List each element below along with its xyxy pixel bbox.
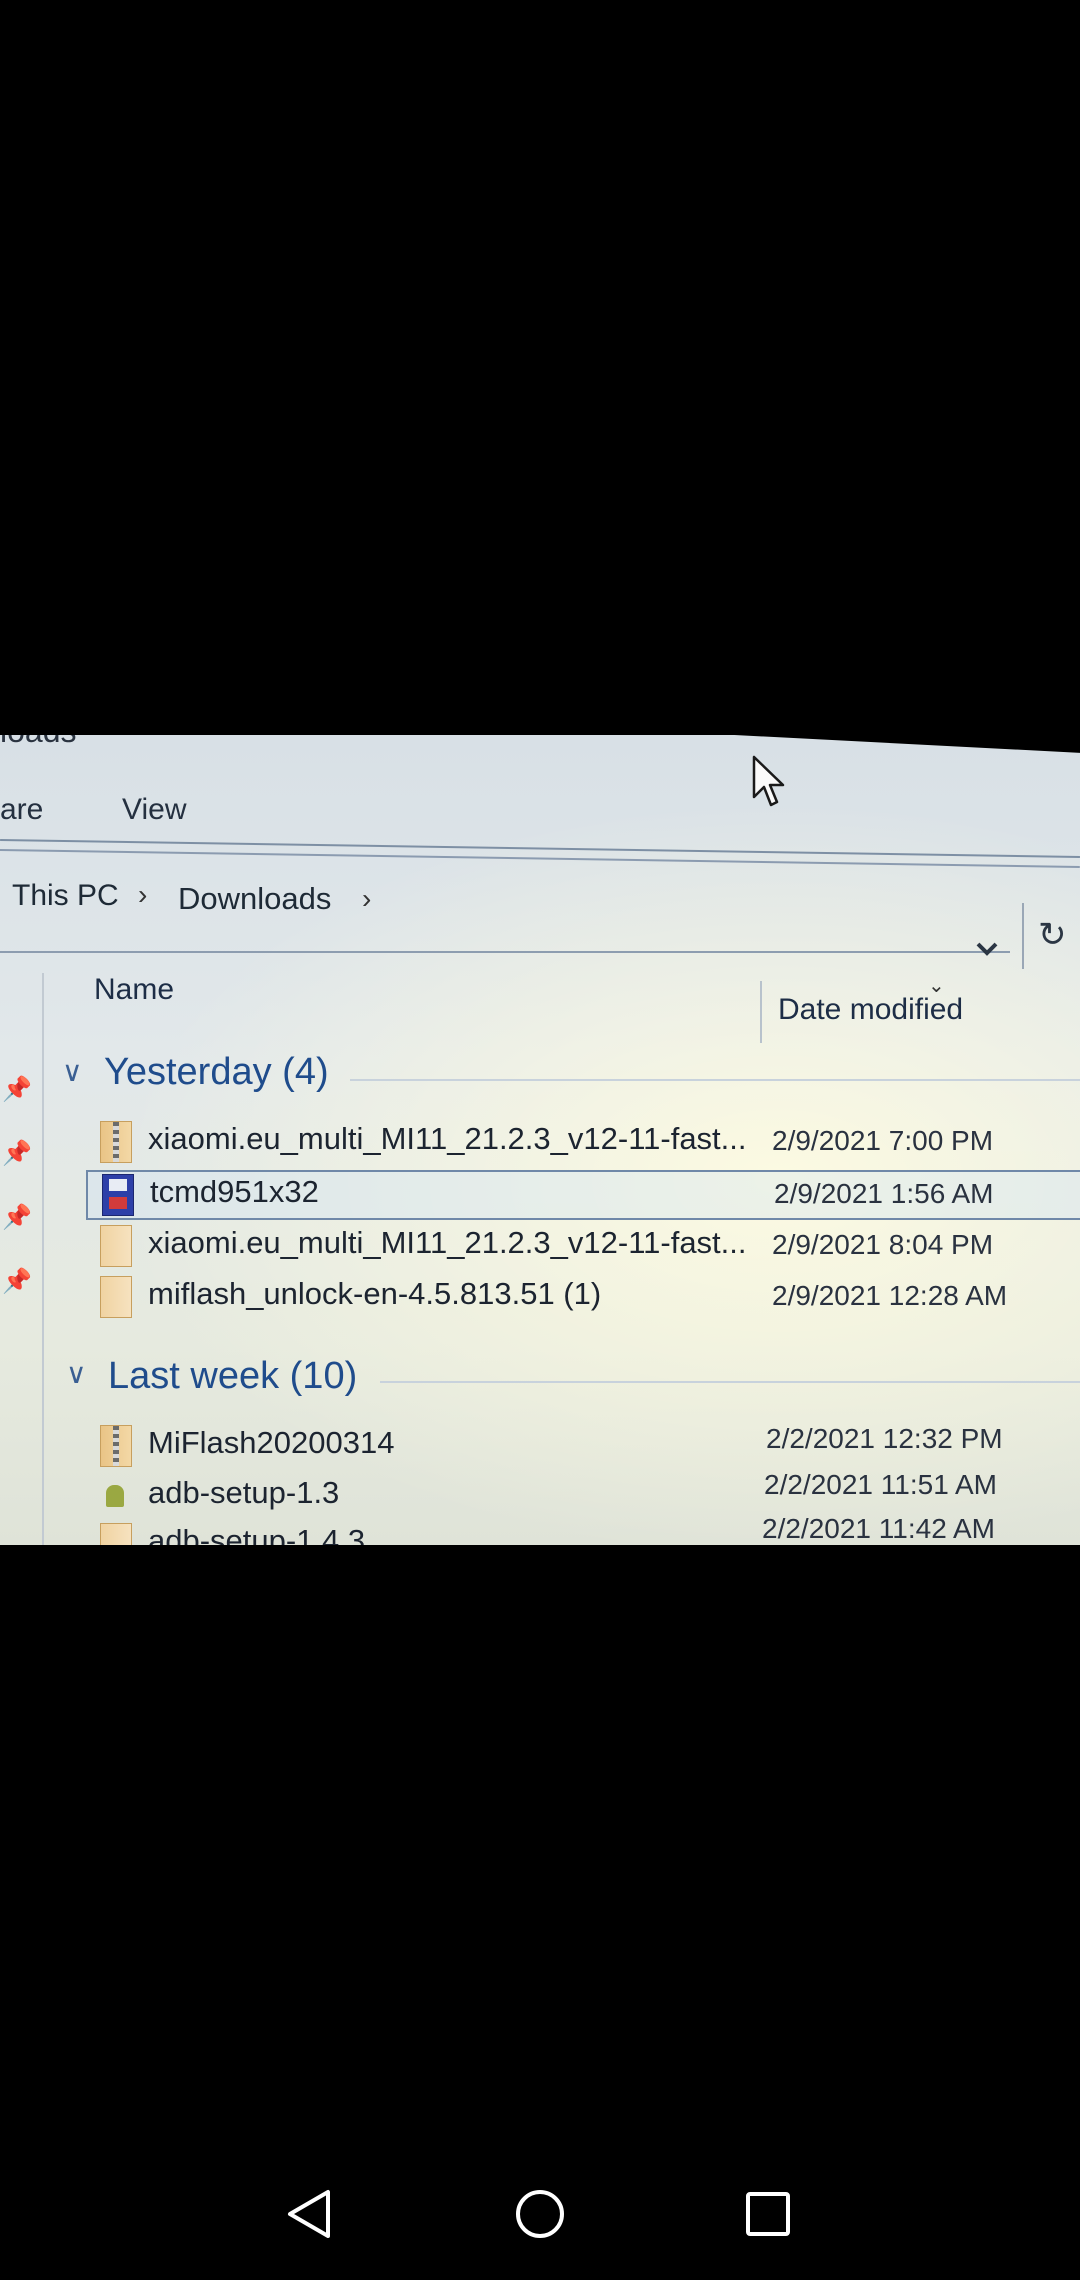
file-date: 2/2/2021 11:42 AM xyxy=(762,1513,995,1544)
recents-icon[interactable] xyxy=(744,2190,792,2238)
file-date: 2/9/2021 8:04 PM xyxy=(772,1229,994,1260)
file-date: 2/2/2021 11:51 AM xyxy=(764,1469,997,1500)
file-row[interactable]: MiFlash20200314 2/2/2021 12:32 PM xyxy=(86,1423,1080,1469)
file-name: xiaomi.eu_multi_MI11_21.2.3_v12-11-fast.… xyxy=(148,1121,747,1156)
chevron-down-icon[interactable] xyxy=(970,929,1004,969)
home-icon[interactable] xyxy=(514,2188,566,2240)
breadcrumb-downloads[interactable]: Downloads xyxy=(178,881,331,917)
group-header-yesterday[interactable]: Yesterday (4) xyxy=(104,1051,329,1094)
group-divider xyxy=(380,1381,1080,1383)
file-row[interactable]: xiaomi.eu_multi_MI11_21.2.3_v12-11-fast.… xyxy=(86,1119,1080,1165)
android-icon xyxy=(100,1475,130,1515)
address-bar[interactable]: This PC › Downloads › xyxy=(0,865,1010,953)
chevron-down-icon[interactable]: ∨ xyxy=(66,1357,87,1390)
file-name: MiFlash20200314 xyxy=(148,1425,395,1460)
file-date: 2/9/2021 7:00 PM xyxy=(772,1125,994,1156)
pin-icon: 📌 xyxy=(2,1268,32,1295)
zip-file-icon xyxy=(100,1121,132,1163)
zip-file-icon xyxy=(100,1425,132,1467)
column-header-date-modified[interactable]: Date modified xyxy=(778,993,963,1027)
pin-icon: 📌 xyxy=(2,1140,32,1167)
mouse-cursor-icon xyxy=(752,755,786,814)
floppy-disk-icon xyxy=(102,1174,134,1216)
column-header-name[interactable]: Name xyxy=(94,973,174,1007)
file-date: 2/2/2021 12:32 PM xyxy=(766,1423,1003,1454)
file-name: xiaomi.eu_multi_MI11_21.2.3_v12-11-fast.… xyxy=(148,1225,747,1260)
file-row[interactable]: xiaomi.eu_multi_MI11_21.2.3_v12-11-fast.… xyxy=(86,1223,1080,1269)
file-date: 2/9/2021 1:56 AM xyxy=(774,1178,994,1209)
pin-icon: 📌 xyxy=(2,1204,32,1231)
file-row[interactable]: adb-setup-1.4.3 2/2/2021 11:42 AM xyxy=(86,1513,1080,1545)
archive-file-icon xyxy=(100,1276,132,1318)
group-divider xyxy=(350,1079,1080,1081)
column-separator[interactable] xyxy=(760,981,762,1043)
archive-file-icon xyxy=(100,1523,132,1545)
breadcrumb-separator[interactable]: › xyxy=(138,879,147,911)
ribbon-tab-view[interactable]: View xyxy=(122,793,186,827)
nav-pane-divider[interactable] xyxy=(42,973,44,1545)
toolbar-divider xyxy=(1022,903,1024,969)
file-name: tcmd951x32 xyxy=(150,1174,319,1209)
ribbon-divider xyxy=(0,839,1080,868)
file-name: adb-setup-1.4.3 xyxy=(148,1523,366,1545)
file-row[interactable]: miflash_unlock-en-4.5.813.51 (1) 2/9/202… xyxy=(86,1274,1080,1320)
archive-file-icon xyxy=(100,1225,132,1267)
refresh-icon[interactable]: ↻ xyxy=(1038,915,1067,955)
file-name: adb-setup-1.3 xyxy=(148,1475,340,1510)
ribbon-tab-share[interactable]: are xyxy=(0,793,43,827)
group-header-last-week[interactable]: Last week (10) xyxy=(108,1355,357,1398)
file-date: 2/9/2021 12:28 AM xyxy=(772,1280,1008,1311)
window-title: loads xyxy=(0,735,77,750)
explorer-window-photo: loads are View This PC › Downloads › ↻ N… xyxy=(0,735,1080,1545)
file-name: miflash_unlock-en-4.5.813.51 (1) xyxy=(148,1276,602,1311)
pin-icon: 📌 xyxy=(2,1076,32,1103)
chevron-down-icon[interactable]: ∨ xyxy=(62,1055,83,1088)
breadcrumb-this-pc[interactable]: This PC xyxy=(12,879,119,913)
breadcrumb-separator[interactable]: › xyxy=(362,883,371,915)
back-icon[interactable] xyxy=(284,2188,336,2240)
file-row-selected[interactable]: tcmd951x32 2/9/2021 1:56 AM xyxy=(86,1170,1080,1220)
